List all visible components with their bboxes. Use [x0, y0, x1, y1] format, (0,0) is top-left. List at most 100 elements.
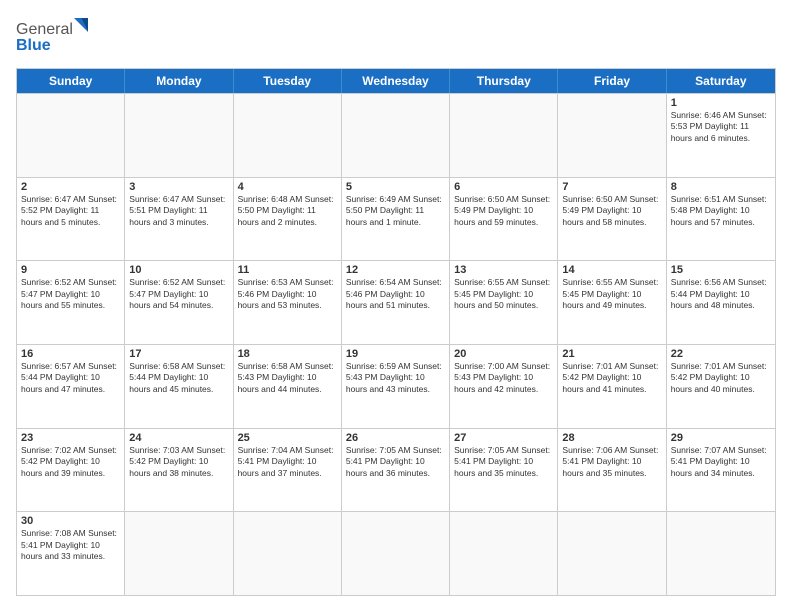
- day-header-tuesday: Tuesday: [234, 69, 342, 93]
- calendar-day-empty: [234, 94, 342, 177]
- day-info: Sunrise: 7:04 AM Sunset: 5:41 PM Dayligh…: [238, 445, 337, 479]
- svg-text:Blue: Blue: [16, 37, 51, 54]
- day-info: Sunrise: 7:01 AM Sunset: 5:42 PM Dayligh…: [562, 361, 661, 395]
- calendar-day-12: 12Sunrise: 6:54 AM Sunset: 5:46 PM Dayli…: [342, 261, 450, 344]
- calendar-day-27: 27Sunrise: 7:05 AM Sunset: 5:41 PM Dayli…: [450, 429, 558, 512]
- day-number: 12: [346, 264, 445, 276]
- day-number: 20: [454, 348, 553, 360]
- day-number: 19: [346, 348, 445, 360]
- calendar-week-4: 16Sunrise: 6:57 AM Sunset: 5:44 PM Dayli…: [17, 344, 775, 428]
- calendar-day-2: 2Sunrise: 6:47 AM Sunset: 5:52 PM Daylig…: [17, 178, 125, 261]
- calendar-day-1: 1Sunrise: 6:46 AM Sunset: 5:53 PM Daylig…: [667, 94, 775, 177]
- day-info: Sunrise: 6:58 AM Sunset: 5:43 PM Dayligh…: [238, 361, 337, 395]
- logo: GeneralBlue: [16, 16, 96, 60]
- calendar-week-6: 30Sunrise: 7:08 AM Sunset: 5:41 PM Dayli…: [17, 511, 775, 595]
- calendar-day-empty: [558, 94, 666, 177]
- calendar-day-empty: [234, 512, 342, 595]
- day-info: Sunrise: 6:51 AM Sunset: 5:48 PM Dayligh…: [671, 194, 771, 228]
- calendar-day-5: 5Sunrise: 6:49 AM Sunset: 5:50 PM Daylig…: [342, 178, 450, 261]
- day-number: 23: [21, 432, 120, 444]
- calendar-day-empty: [667, 512, 775, 595]
- calendar-day-14: 14Sunrise: 6:55 AM Sunset: 5:45 PM Dayli…: [558, 261, 666, 344]
- day-info: Sunrise: 6:57 AM Sunset: 5:44 PM Dayligh…: [21, 361, 120, 395]
- day-number: 18: [238, 348, 337, 360]
- day-number: 24: [129, 432, 228, 444]
- day-number: 15: [671, 264, 771, 276]
- day-number: 13: [454, 264, 553, 276]
- svg-text:General: General: [16, 21, 73, 38]
- day-number: 26: [346, 432, 445, 444]
- day-info: Sunrise: 6:55 AM Sunset: 5:45 PM Dayligh…: [562, 277, 661, 311]
- day-info: Sunrise: 7:06 AM Sunset: 5:41 PM Dayligh…: [562, 445, 661, 479]
- calendar-day-22: 22Sunrise: 7:01 AM Sunset: 5:42 PM Dayli…: [667, 345, 775, 428]
- day-header-saturday: Saturday: [667, 69, 775, 93]
- day-number: 30: [21, 515, 120, 527]
- calendar-day-19: 19Sunrise: 6:59 AM Sunset: 5:43 PM Dayli…: [342, 345, 450, 428]
- day-info: Sunrise: 6:46 AM Sunset: 5:53 PM Dayligh…: [671, 110, 771, 144]
- calendar-week-2: 2Sunrise: 6:47 AM Sunset: 5:52 PM Daylig…: [17, 177, 775, 261]
- calendar-day-3: 3Sunrise: 6:47 AM Sunset: 5:51 PM Daylig…: [125, 178, 233, 261]
- day-info: Sunrise: 6:48 AM Sunset: 5:50 PM Dayligh…: [238, 194, 337, 228]
- calendar-day-7: 7Sunrise: 6:50 AM Sunset: 5:49 PM Daylig…: [558, 178, 666, 261]
- day-number: 25: [238, 432, 337, 444]
- calendar-day-29: 29Sunrise: 7:07 AM Sunset: 5:41 PM Dayli…: [667, 429, 775, 512]
- day-number: 28: [562, 432, 661, 444]
- day-info: Sunrise: 7:08 AM Sunset: 5:41 PM Dayligh…: [21, 528, 120, 562]
- calendar-week-1: 1Sunrise: 6:46 AM Sunset: 5:53 PM Daylig…: [17, 93, 775, 177]
- calendar-day-empty: [450, 512, 558, 595]
- day-info: Sunrise: 7:02 AM Sunset: 5:42 PM Dayligh…: [21, 445, 120, 479]
- day-number: 9: [21, 264, 120, 276]
- day-number: 17: [129, 348, 228, 360]
- day-info: Sunrise: 6:47 AM Sunset: 5:52 PM Dayligh…: [21, 194, 120, 228]
- calendar-day-30: 30Sunrise: 7:08 AM Sunset: 5:41 PM Dayli…: [17, 512, 125, 595]
- day-info: Sunrise: 7:01 AM Sunset: 5:42 PM Dayligh…: [671, 361, 771, 395]
- calendar: SundayMondayTuesdayWednesdayThursdayFrid…: [16, 68, 776, 596]
- calendar-day-23: 23Sunrise: 7:02 AM Sunset: 5:42 PM Dayli…: [17, 429, 125, 512]
- day-header-monday: Monday: [125, 69, 233, 93]
- calendar-day-10: 10Sunrise: 6:52 AM Sunset: 5:47 PM Dayli…: [125, 261, 233, 344]
- day-info: Sunrise: 7:05 AM Sunset: 5:41 PM Dayligh…: [454, 445, 553, 479]
- calendar-body: 1Sunrise: 6:46 AM Sunset: 5:53 PM Daylig…: [17, 93, 775, 595]
- calendar-day-8: 8Sunrise: 6:51 AM Sunset: 5:48 PM Daylig…: [667, 178, 775, 261]
- calendar-day-11: 11Sunrise: 6:53 AM Sunset: 5:46 PM Dayli…: [234, 261, 342, 344]
- calendar-day-17: 17Sunrise: 6:58 AM Sunset: 5:44 PM Dayli…: [125, 345, 233, 428]
- calendar-day-empty: [342, 512, 450, 595]
- day-info: Sunrise: 6:54 AM Sunset: 5:46 PM Dayligh…: [346, 277, 445, 311]
- day-header-friday: Friday: [558, 69, 666, 93]
- calendar-day-13: 13Sunrise: 6:55 AM Sunset: 5:45 PM Dayli…: [450, 261, 558, 344]
- calendar-header-row: SundayMondayTuesdayWednesdayThursdayFrid…: [17, 69, 775, 93]
- day-info: Sunrise: 6:56 AM Sunset: 5:44 PM Dayligh…: [671, 277, 771, 311]
- day-info: Sunrise: 7:00 AM Sunset: 5:43 PM Dayligh…: [454, 361, 553, 395]
- calendar-day-4: 4Sunrise: 6:48 AM Sunset: 5:50 PM Daylig…: [234, 178, 342, 261]
- day-info: Sunrise: 6:59 AM Sunset: 5:43 PM Dayligh…: [346, 361, 445, 395]
- day-info: Sunrise: 6:53 AM Sunset: 5:46 PM Dayligh…: [238, 277, 337, 311]
- day-number: 3: [129, 181, 228, 193]
- calendar-day-empty: [125, 94, 233, 177]
- day-header-wednesday: Wednesday: [342, 69, 450, 93]
- day-number: 6: [454, 181, 553, 193]
- day-info: Sunrise: 6:47 AM Sunset: 5:51 PM Dayligh…: [129, 194, 228, 228]
- day-info: Sunrise: 6:55 AM Sunset: 5:45 PM Dayligh…: [454, 277, 553, 311]
- day-info: Sunrise: 7:03 AM Sunset: 5:42 PM Dayligh…: [129, 445, 228, 479]
- day-number: 1: [671, 97, 771, 109]
- day-header-thursday: Thursday: [450, 69, 558, 93]
- day-header-sunday: Sunday: [17, 69, 125, 93]
- day-info: Sunrise: 6:50 AM Sunset: 5:49 PM Dayligh…: [562, 194, 661, 228]
- day-number: 27: [454, 432, 553, 444]
- day-info: Sunrise: 6:52 AM Sunset: 5:47 PM Dayligh…: [129, 277, 228, 311]
- calendar-day-24: 24Sunrise: 7:03 AM Sunset: 5:42 PM Dayli…: [125, 429, 233, 512]
- logo-svg: GeneralBlue: [16, 16, 96, 60]
- calendar-day-empty: [17, 94, 125, 177]
- calendar-day-25: 25Sunrise: 7:04 AM Sunset: 5:41 PM Dayli…: [234, 429, 342, 512]
- day-number: 22: [671, 348, 771, 360]
- calendar-day-empty: [450, 94, 558, 177]
- day-info: Sunrise: 6:52 AM Sunset: 5:47 PM Dayligh…: [21, 277, 120, 311]
- day-number: 10: [129, 264, 228, 276]
- day-number: 21: [562, 348, 661, 360]
- day-number: 2: [21, 181, 120, 193]
- calendar-day-26: 26Sunrise: 7:05 AM Sunset: 5:41 PM Dayli…: [342, 429, 450, 512]
- day-number: 14: [562, 264, 661, 276]
- day-info: Sunrise: 7:07 AM Sunset: 5:41 PM Dayligh…: [671, 445, 771, 479]
- calendar-day-15: 15Sunrise: 6:56 AM Sunset: 5:44 PM Dayli…: [667, 261, 775, 344]
- page-header: GeneralBlue: [16, 16, 776, 60]
